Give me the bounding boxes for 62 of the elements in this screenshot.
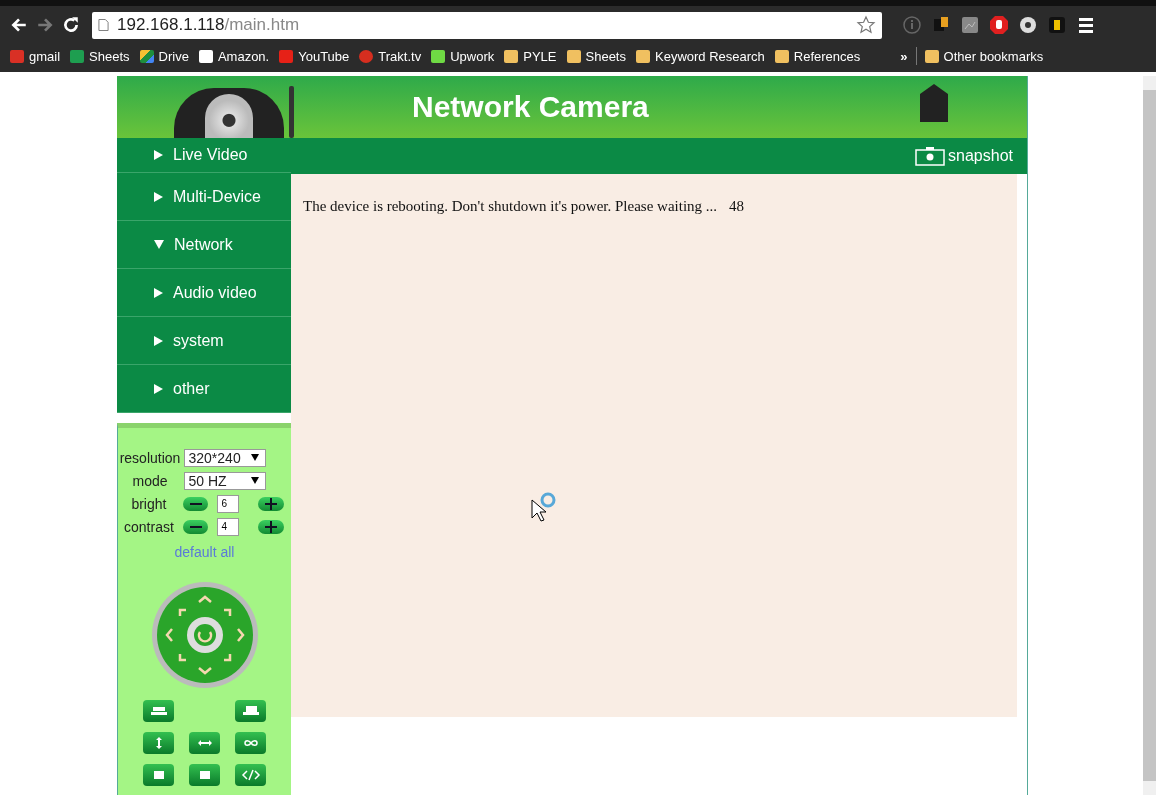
scrollbar[interactable]: [1143, 76, 1156, 795]
horizontal-arrow-button[interactable]: [189, 732, 220, 754]
bookmark[interactable]: References: [774, 48, 861, 64]
square-button[interactable]: [143, 764, 174, 786]
address-bar[interactable]: 192.168.1.118/main.htm: [92, 11, 882, 39]
snapshot-button[interactable]: snapshot: [915, 146, 1013, 166]
bookmark[interactable]: Amazon.: [198, 48, 270, 64]
bookmark[interactable]: Keyword Research: [636, 48, 765, 64]
bookmark[interactable]: gmail: [10, 48, 61, 64]
reload-icon[interactable]: [62, 16, 80, 34]
bookmarks-overflow-button[interactable]: »: [900, 48, 908, 64]
star-icon[interactable]: [856, 15, 876, 35]
bookmark[interactable]: Trakt.tv: [359, 48, 422, 64]
print-icon: [240, 705, 261, 717]
page-title: Network Camera: [412, 90, 649, 124]
resolution-select[interactable]: 320*240: [183, 448, 266, 467]
extension-icon[interactable]: [1047, 15, 1067, 35]
back-icon[interactable]: [10, 16, 28, 34]
bright-field[interactable]: 6: [217, 494, 240, 513]
forward-icon[interactable]: [36, 16, 54, 34]
vertical-arrow-icon: [155, 737, 162, 749]
mode-select[interactable]: 50 HZ: [183, 471, 266, 490]
menu-item[interactable]: Audio video: [117, 269, 291, 317]
countdown-number: 48: [729, 198, 745, 214]
print-button[interactable]: [235, 700, 266, 722]
resolution-label: resolution: [119, 449, 181, 466]
decrease-button[interactable]: [183, 496, 209, 511]
menu-item[interactable]: system: [117, 317, 291, 365]
menu-item[interactable]: Multi-Device: [117, 173, 291, 221]
stop-sign-icon[interactable]: [989, 15, 1009, 35]
vertical-arrow-button[interactable]: [143, 732, 174, 754]
bookmark[interactable]: Drive: [139, 48, 189, 64]
decrease-button[interactable]: [183, 519, 209, 534]
mode-label: mode: [131, 472, 169, 489]
menu-item[interactable]: Network: [117, 221, 291, 269]
contrast-label: contrast: [123, 518, 175, 535]
extension-icon[interactable]: [1018, 15, 1038, 35]
infinity-button[interactable]: [235, 732, 266, 754]
code-icon: [240, 769, 261, 781]
bright-label: bright: [130, 495, 168, 512]
print-button[interactable]: [143, 700, 174, 722]
info-icon[interactable]: [902, 15, 922, 35]
square-button[interactable]: [189, 764, 220, 786]
bookmark[interactable]: Sheets: [566, 48, 626, 64]
code-button[interactable]: [235, 764, 266, 786]
page-icon: [98, 18, 109, 32]
reboot-message: The device is rebooting. Don't shutdown it's power. Please waiting ...: [303, 198, 718, 214]
menu-item[interactable]: other: [117, 365, 291, 413]
print-icon: [148, 705, 169, 717]
camera-icon: [915, 146, 946, 166]
increase-button[interactable]: [258, 496, 284, 511]
menu-icon[interactable]: [1076, 15, 1096, 35]
bookmark[interactable]: PYLE: [504, 48, 557, 64]
contrast-field[interactable]: 4: [217, 517, 240, 536]
bookmark[interactable]: YouTube: [279, 48, 350, 64]
bookmark[interactable]: Sheets: [70, 48, 130, 64]
bookmark[interactable]: Upwork: [431, 48, 495, 64]
logo-icon: [917, 84, 951, 124]
extension-icon[interactable]: [960, 15, 980, 35]
menu-item[interactable]: Live Video: [117, 138, 291, 173]
other-bookmarks[interactable]: Other bookmarks: [924, 48, 1044, 64]
increase-button[interactable]: [258, 519, 284, 534]
